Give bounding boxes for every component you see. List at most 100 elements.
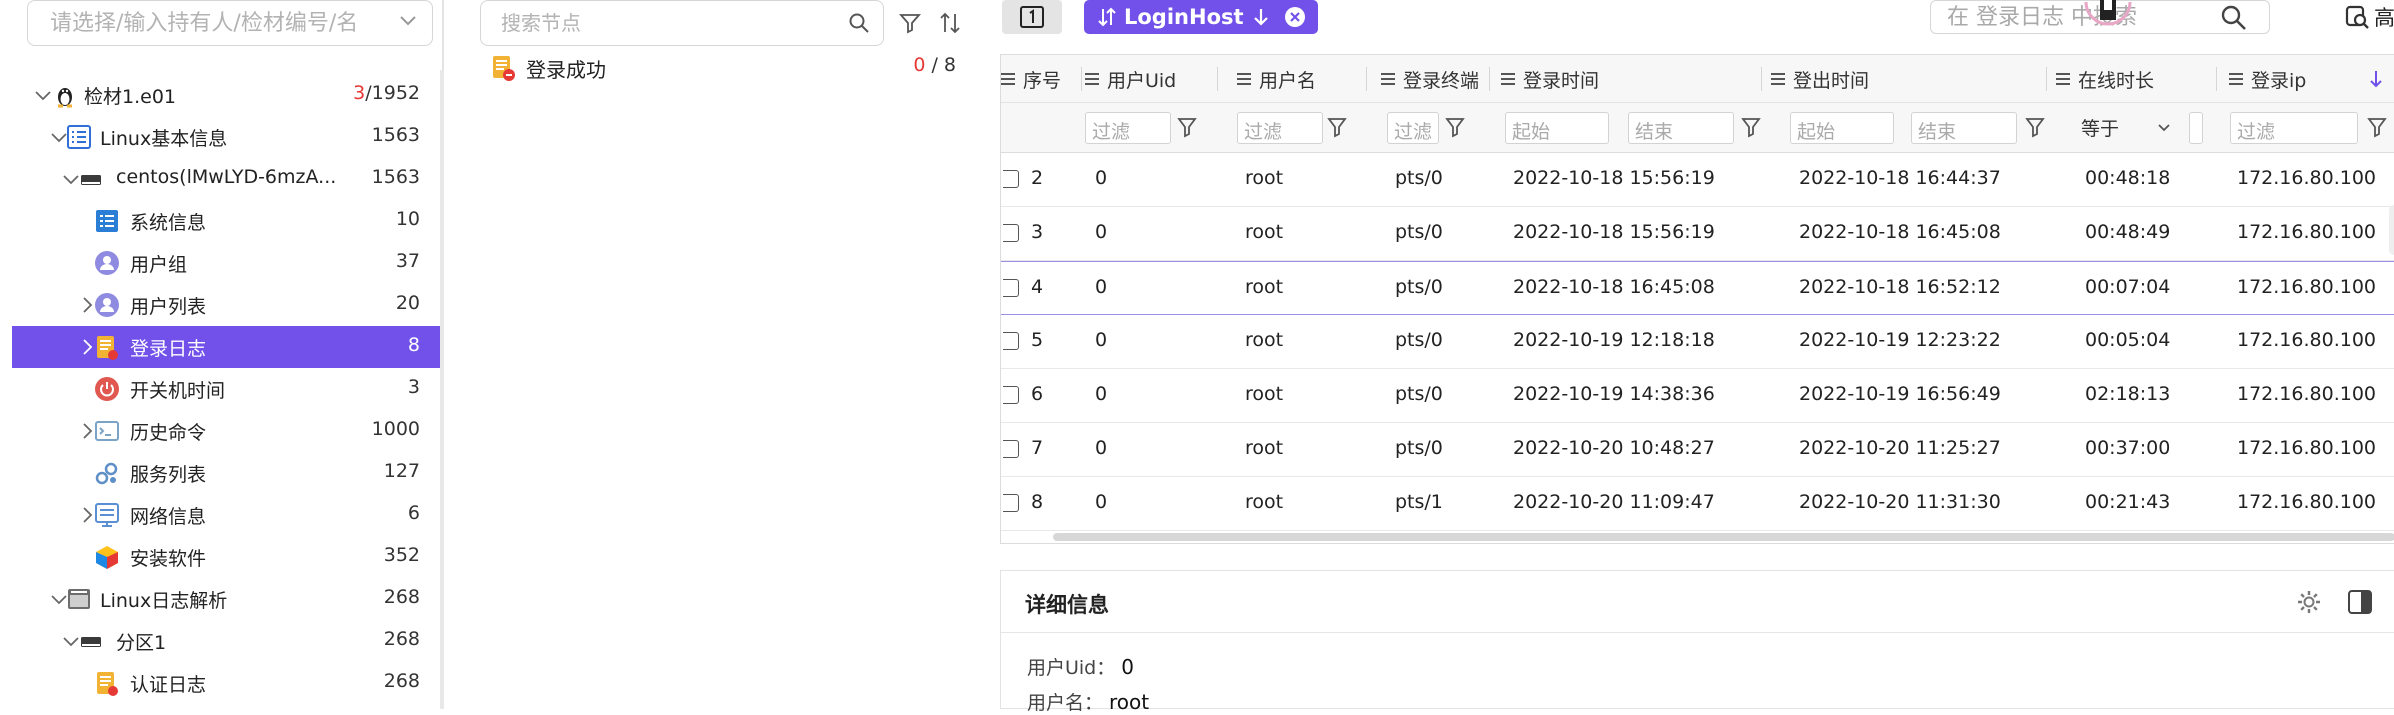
assistant-logo-icon[interactable] — [2078, 0, 2138, 30]
column-separator[interactable] — [1217, 67, 1218, 91]
column-header[interactable]: 登录ip — [2229, 55, 2306, 103]
advanced-search-button[interactable]: 高 — [2344, 0, 2394, 34]
tree-node[interactable]: Linux基本信息 1563 — [12, 116, 440, 158]
sort-desc-icon[interactable] — [2367, 69, 2385, 89]
row-checkbox[interactable] — [1003, 440, 1019, 458]
tree-node-label: 系统信息 — [130, 212, 207, 234]
column-separator[interactable] — [2046, 67, 2047, 91]
tree-node[interactable]: 用户组 37 — [12, 242, 440, 284]
column-menu-icon[interactable] — [1001, 73, 1015, 85]
table-row[interactable]: 5 0 root pts/0 2022-10-19 12:18:18 2022-10-19… — [1001, 315, 2394, 369]
column-menu-icon[interactable] — [2056, 73, 2070, 85]
table-row[interactable]: 2 0 root pts/0 2022-10-18 15:56:19 2022-10-18… — [1001, 153, 2394, 207]
tree-scrollbar[interactable] — [440, 70, 444, 709]
search-icon[interactable] — [848, 12, 870, 34]
column-header[interactable]: 用户名 — [1237, 55, 1316, 103]
tree-node-label: 网络信息 — [130, 506, 207, 528]
search-icon[interactable] — [2220, 4, 2248, 32]
filter-icon[interactable] — [1327, 116, 1347, 138]
cell-logout: 2022-10-19 12:23:22 — [1799, 329, 2001, 351]
gear-icon[interactable] — [2295, 588, 2323, 616]
filter-icon[interactable] — [899, 12, 921, 34]
tree-node-count: 6 — [407, 502, 420, 524]
side-panel-toggle-icon[interactable] — [2347, 589, 2373, 615]
tree-node[interactable]: 用户列表 20 — [12, 284, 440, 326]
tree-node[interactable]: 系统信息 10 — [12, 200, 440, 242]
tree-node-count: 3/1952 — [353, 82, 420, 104]
filter-input-logout_end[interactable]: 结束 — [1911, 112, 2017, 144]
node-search-input[interactable] — [480, 0, 884, 46]
cell-seq: 4 — [1031, 276, 1044, 298]
filter-input-uid[interactable]: 过滤 — [1085, 112, 1171, 144]
tree-node[interactable]: 服务列表 127 — [12, 452, 440, 494]
filter-input-tty[interactable]: 过滤 — [1387, 112, 1439, 144]
tree-node[interactable]: 历史命令 1000 — [12, 410, 440, 452]
cell-user: root — [1245, 437, 1284, 459]
filter-icon[interactable] — [2025, 116, 2045, 138]
row-checkbox[interactable] — [1003, 386, 1019, 404]
column-menu-icon[interactable] — [1771, 73, 1785, 85]
tree-node[interactable]: 开关机时间 3 — [12, 368, 440, 410]
power-icon — [95, 377, 119, 401]
tree-node[interactable]: 网络信息 6 — [12, 494, 440, 536]
close-icon[interactable] — [1284, 6, 1306, 28]
filter-icon[interactable] — [1445, 116, 1465, 138]
active-filter-tag[interactable]: LoginHost — [1084, 0, 1318, 34]
sort-icon[interactable] — [939, 11, 961, 35]
column-header[interactable]: 序号 — [1001, 55, 1061, 103]
tree-node-count: 268 — [383, 670, 420, 692]
tree-node[interactable]: centos(lMwLYD-6mzA... 1563 — [12, 158, 440, 200]
column-header[interactable]: 用户Uid — [1085, 55, 1176, 103]
tree-node[interactable]: 分区1 268 — [12, 620, 440, 662]
column-menu-icon[interactable] — [2229, 73, 2243, 85]
chevron-down-icon[interactable] — [34, 86, 52, 104]
row-checkbox[interactable] — [1003, 224, 1019, 242]
filter-icon[interactable] — [2367, 116, 2387, 138]
column-separator[interactable] — [2216, 67, 2217, 91]
filter-input-logout_start[interactable]: 起始 — [1790, 112, 1894, 144]
filter-icon[interactable] — [1177, 116, 1197, 138]
column-menu-icon[interactable] — [1501, 73, 1515, 85]
node-panel: 登录成功 0 / 8 — [460, 0, 980, 709]
filter-input-name[interactable]: 过滤 — [1237, 112, 1323, 144]
row-checkbox[interactable] — [1003, 279, 1019, 297]
column-separator[interactable] — [1489, 67, 1490, 91]
column-separator[interactable] — [1081, 67, 1082, 91]
filter-icon[interactable] — [1741, 116, 1761, 138]
login-log-icon — [97, 336, 118, 360]
horizontal-scrollbar[interactable] — [1053, 533, 2394, 541]
tree-node[interactable]: 认证日志 268 — [12, 662, 440, 704]
column-menu-icon[interactable] — [1381, 73, 1395, 85]
chevron-down-icon[interactable] — [398, 10, 418, 30]
table-row[interactable]: 8 0 root pts/1 2022-10-20 11:09:47 2022-10-20… — [1001, 477, 2394, 531]
table-row[interactable]: 7 0 root pts/0 2022-10-20 10:48:27 2022-10-20… — [1001, 423, 2394, 477]
column-separator[interactable] — [1761, 67, 1762, 91]
tree-node[interactable]: 登录日志 8 — [12, 326, 440, 368]
table-row[interactable]: 4 0 root pts/0 2022-10-18 16:45:08 2022-10-18… — [1001, 261, 2394, 315]
column-header[interactable]: 在线时长 — [2056, 55, 2154, 103]
tree-node[interactable]: 检材1.e01 3/1952 — [12, 74, 440, 116]
column-header[interactable]: 登出时间 — [1771, 55, 1869, 103]
vertical-scroll-handle[interactable] — [2389, 205, 2394, 255]
row-checkbox[interactable] — [1003, 170, 1019, 188]
tree-node[interactable]: 安装软件 352 — [12, 536, 440, 578]
filter-input-login_start[interactable]: 起始 — [1505, 112, 1609, 144]
table-row[interactable]: 6 0 root pts/0 2022-10-19 14:38:36 2022-10-19… — [1001, 369, 2394, 423]
column-menu-icon[interactable] — [1085, 73, 1099, 85]
cell-uid: 0 — [1095, 383, 1108, 405]
table-row[interactable]: 3 0 root pts/0 2022-10-18 15:56:19 2022-10-18… — [1001, 207, 2394, 261]
column-header[interactable]: 登录终端 — [1381, 55, 1479, 103]
column-separator[interactable] — [1366, 67, 1367, 91]
owner-search-input[interactable] — [27, 0, 433, 46]
row-checkbox[interactable] — [1003, 332, 1019, 350]
filter-input-ip[interactable]: 过滤 — [2230, 112, 2358, 144]
column-menu-icon[interactable] — [1237, 73, 1251, 85]
node-login-success[interactable]: 登录成功 0 / 8 — [490, 52, 956, 86]
filter-input-login_end[interactable]: 结束 — [1628, 112, 1734, 144]
layout-toggle-button[interactable] — [1002, 0, 1062, 34]
column-header[interactable]: 登录时间 — [1501, 55, 1599, 103]
duration-operator-select[interactable]: 等于 — [2081, 114, 2171, 144]
duration-value-input[interactable] — [2189, 112, 2203, 144]
tree-node[interactable]: Linux日志解析 268 — [12, 578, 440, 620]
row-checkbox[interactable] — [1003, 494, 1019, 512]
